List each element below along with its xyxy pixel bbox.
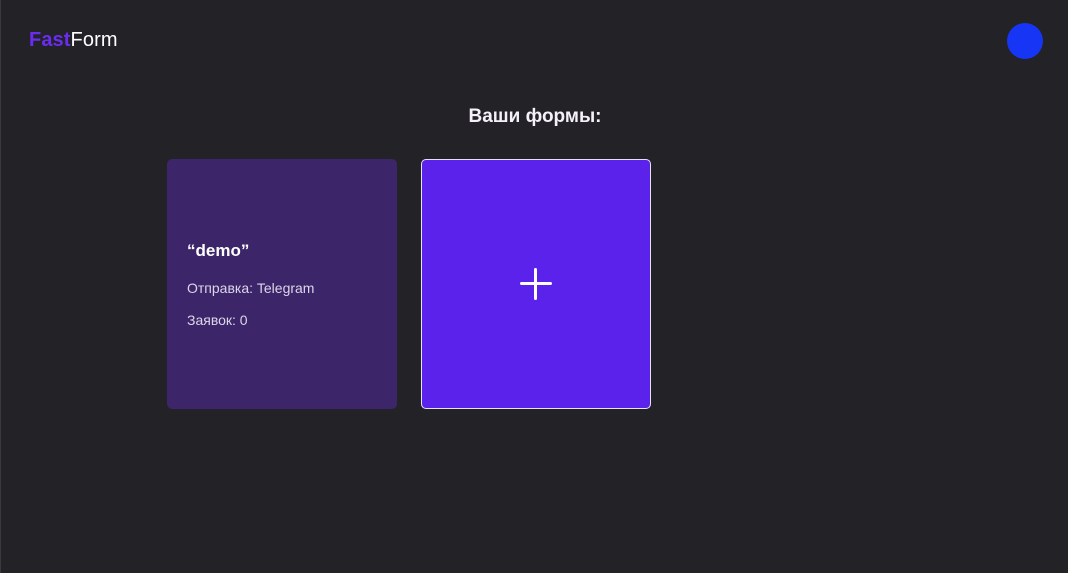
logo-accent-text: Fast bbox=[29, 29, 71, 51]
page-title: Ваши формы: bbox=[468, 106, 602, 127]
plus-icon bbox=[520, 268, 552, 300]
add-form-button[interactable] bbox=[421, 159, 651, 409]
form-card-submissions: Заявок: 0 bbox=[187, 312, 248, 328]
form-card-demo[interactable]: “demo” Отправка: Telegram Заявок: 0 bbox=[167, 159, 397, 409]
logo-plain-text: Form bbox=[70, 29, 118, 51]
form-card-delivery: Отправка: Telegram bbox=[187, 280, 315, 296]
user-avatar-button[interactable] bbox=[1007, 23, 1043, 59]
plus-icon-vertical bbox=[534, 268, 537, 300]
form-card-title: “demo” bbox=[187, 241, 250, 260]
app-logo[interactable]: FastForm bbox=[29, 28, 118, 52]
app-page: FastForm Ваши формы: “demo” Отправка: Te… bbox=[0, 0, 1068, 573]
